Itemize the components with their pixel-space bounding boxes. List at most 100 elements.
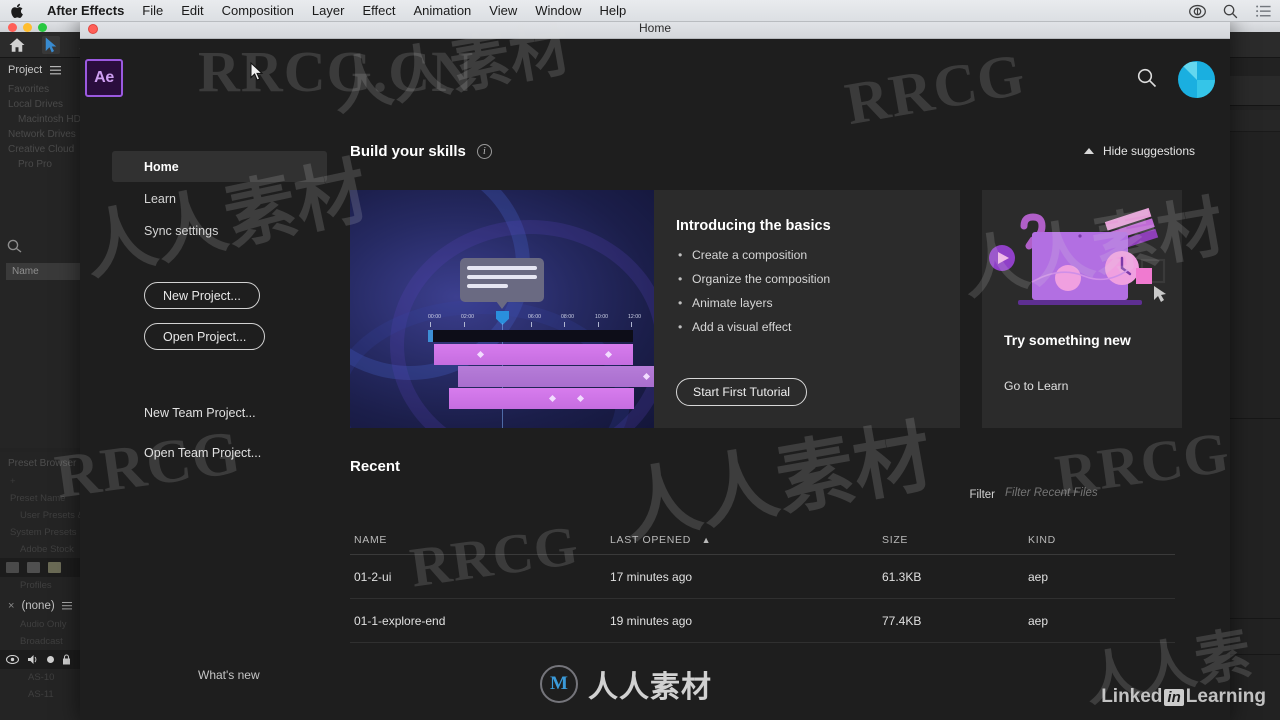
menubar-status-icons[interactable] [1189, 0, 1272, 22]
macos-menubar[interactable]: After Effects File Edit Composition Laye… [0, 0, 1280, 22]
close-button[interactable] [8, 23, 17, 32]
timeline-ruler: 00:00 02:00 06:00 08:00 10:00 12:00 [428, 314, 641, 328]
menu-item-help[interactable]: Help [590, 0, 635, 22]
open-project-button[interactable]: Open Project... [144, 323, 266, 350]
table-row[interactable]: 01-2-ui 17 minutes ago 61.3KB aep [350, 555, 1175, 599]
apple-logo-icon[interactable] [10, 3, 26, 19]
timecode-label: 00:00 [428, 314, 441, 320]
tree-item[interactable]: Creative Cloud [0, 142, 81, 157]
maximize-button[interactable] [38, 23, 47, 32]
watermark-linkedin-learning: Linked in Learning [1101, 686, 1266, 708]
close-icon[interactable]: × [8, 600, 14, 612]
project-panel-tab[interactable]: Project [0, 58, 81, 82]
audio-icon[interactable] [27, 654, 39, 665]
cell-name: 01-2-ui [354, 569, 392, 584]
close-icon[interactable] [88, 24, 98, 34]
cell-last-opened: 19 minutes ago [610, 613, 693, 628]
tooltip-illustration [460, 258, 544, 302]
info-icon[interactable]: i [476, 143, 492, 159]
menu-item-edit[interactable]: Edit [172, 0, 212, 22]
window-traffic-lights[interactable] [8, 23, 47, 32]
column-header-last-opened[interactable]: LAST OPENED ▲ [610, 534, 882, 546]
timecode-label: 06:00 [528, 314, 541, 320]
render-icon[interactable] [6, 562, 19, 573]
screen: Project Favorites Local Drives Macintosh… [0, 0, 1280, 720]
promo-card[interactable]: Try something new Go to Learn [982, 190, 1182, 428]
search-input[interactable] [1005, 487, 1195, 499]
suggestion-cards: 00:00 02:00 06:00 08:00 10:00 12:00 Intr… [350, 190, 1195, 428]
cell-kind: aep [1028, 569, 1049, 584]
start-first-tutorial-button[interactable]: Start First Tutorial [676, 378, 808, 406]
watermark-rrcg-logo: M 人人素材 [540, 662, 712, 706]
search-icon[interactable] [6, 238, 26, 254]
folder-icon[interactable] [27, 562, 40, 573]
whats-new-link[interactable]: What's new [198, 668, 260, 682]
creative-cloud-icon[interactable] [1189, 3, 1206, 20]
lock-icon[interactable] [62, 654, 71, 665]
eye-icon[interactable] [6, 655, 19, 664]
new-project-button[interactable]: New Project... [144, 282, 260, 309]
selected-preset: (none) [21, 600, 55, 612]
tutorial-bullet: Add a visual effect [676, 320, 940, 334]
selection-tool-icon[interactable] [42, 35, 60, 54]
table-row[interactable]: 01-1-explore-end 19 minutes ago 77.4KB a… [350, 599, 1175, 643]
layer-bar [449, 388, 634, 409]
list-icon[interactable] [1255, 3, 1272, 20]
tree-item[interactable]: Macintosh HD [0, 112, 81, 127]
hamburger-icon[interactable] [50, 65, 62, 75]
linkedin-in-icon: in [1164, 688, 1184, 706]
promo-heading: Try something new [1004, 332, 1131, 348]
home-main-content: Build your skills i Hide suggestions 00:… [350, 134, 1195, 643]
menu-item-effect[interactable]: Effect [353, 0, 404, 22]
menu-item-file[interactable]: File [133, 0, 172, 22]
column-header-name[interactable]: NAME [350, 534, 610, 546]
logo-mark-icon: M [540, 665, 578, 703]
tutorial-bullet-list: Create a composition Organize the compos… [676, 248, 940, 334]
home-window-body: Ae Home Learn Sync settings New Project.… [80, 39, 1230, 720]
tree-item[interactable]: Favorites [0, 82, 81, 97]
menu-item-window[interactable]: Window [526, 0, 590, 22]
search-icon[interactable] [1222, 3, 1239, 20]
cell-kind: aep [1028, 613, 1049, 628]
panel-icon-strip[interactable] [0, 558, 84, 577]
timecode-label: 02:00 [461, 314, 474, 320]
image-icon[interactable] [48, 562, 61, 573]
project-name-column[interactable]: Name [6, 263, 82, 280]
cell-name: 01-1-explore-end [354, 613, 446, 628]
search-icon[interactable] [1136, 67, 1158, 89]
menu-item-view[interactable]: View [480, 0, 526, 22]
sidebar-item-label: Learn [144, 191, 176, 206]
recent-files-table: NAME LAST OPENED ▲ SIZE KIND 01-2-ui 17 … [350, 525, 1175, 643]
home-icon[interactable] [8, 36, 26, 54]
filter-label: Filter [969, 489, 995, 501]
tutorial-card[interactable]: 00:00 02:00 06:00 08:00 10:00 12:00 Intr… [350, 190, 960, 428]
tree-item[interactable]: Local Drives [0, 97, 81, 112]
avatar[interactable] [1178, 61, 1215, 98]
menu-item-after-effects[interactable]: After Effects [38, 0, 133, 22]
sort-ascending-icon[interactable]: ▲ [702, 535, 712, 545]
column-header-kind[interactable]: KIND [1028, 534, 1168, 546]
sidebar-item-learn[interactable]: Learn [112, 183, 327, 214]
sidebar-item-sync-settings[interactable]: Sync settings [112, 215, 327, 246]
tree-item[interactable]: Pro Pro [0, 157, 81, 172]
sidebar-item-home[interactable]: Home [112, 151, 327, 182]
menu-item-animation[interactable]: Animation [404, 0, 480, 22]
tutorial-thumbnail[interactable]: 00:00 02:00 06:00 08:00 10:00 12:00 [350, 190, 654, 428]
home-window[interactable]: Home Ae Home Learn Sync settings New Pro… [80, 18, 1230, 720]
mouse-cursor-icon [250, 62, 264, 81]
project-panel[interactable]: Project Favorites Local Drives Macintosh… [0, 58, 82, 448]
go-to-learn-link[interactable]: Go to Learn [1004, 379, 1068, 393]
after-effects-logo-icon: Ae [85, 59, 123, 97]
menu-item-composition[interactable]: Composition [213, 0, 303, 22]
minimize-button[interactable] [23, 23, 32, 32]
layer-switches[interactable] [0, 650, 84, 669]
solo-icon[interactable] [47, 656, 54, 663]
column-header-size[interactable]: SIZE [882, 534, 1028, 546]
hide-suggestions-button[interactable]: Hide suggestions [1083, 144, 1195, 158]
hamburger-icon[interactable] [61, 602, 72, 610]
tree-item[interactable]: Network Drives [0, 127, 81, 142]
layer-bar [458, 366, 654, 387]
menu-item-layer[interactable]: Layer [303, 0, 354, 22]
open-team-project-link[interactable]: Open Team Project... [144, 446, 362, 460]
new-team-project-link[interactable]: New Team Project... [144, 406, 362, 420]
